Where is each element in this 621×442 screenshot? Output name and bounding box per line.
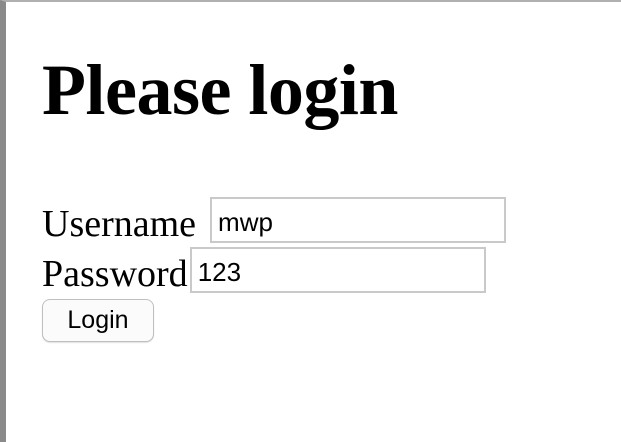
username-label: Username bbox=[42, 203, 197, 245]
username-input[interactable] bbox=[210, 197, 507, 243]
password-label: Password bbox=[42, 253, 188, 295]
login-button[interactable]: Login bbox=[42, 299, 154, 342]
login-form: Username Password Login bbox=[42, 193, 507, 342]
password-row: Password bbox=[42, 243, 506, 293]
username-row: Username bbox=[42, 193, 507, 245]
page-title: Please login bbox=[42, 50, 398, 130]
login-panel: Please login Username Password Login bbox=[42, 50, 507, 342]
password-input[interactable] bbox=[189, 247, 486, 293]
browser-page: Please login Username Password Login bbox=[0, 0, 621, 442]
